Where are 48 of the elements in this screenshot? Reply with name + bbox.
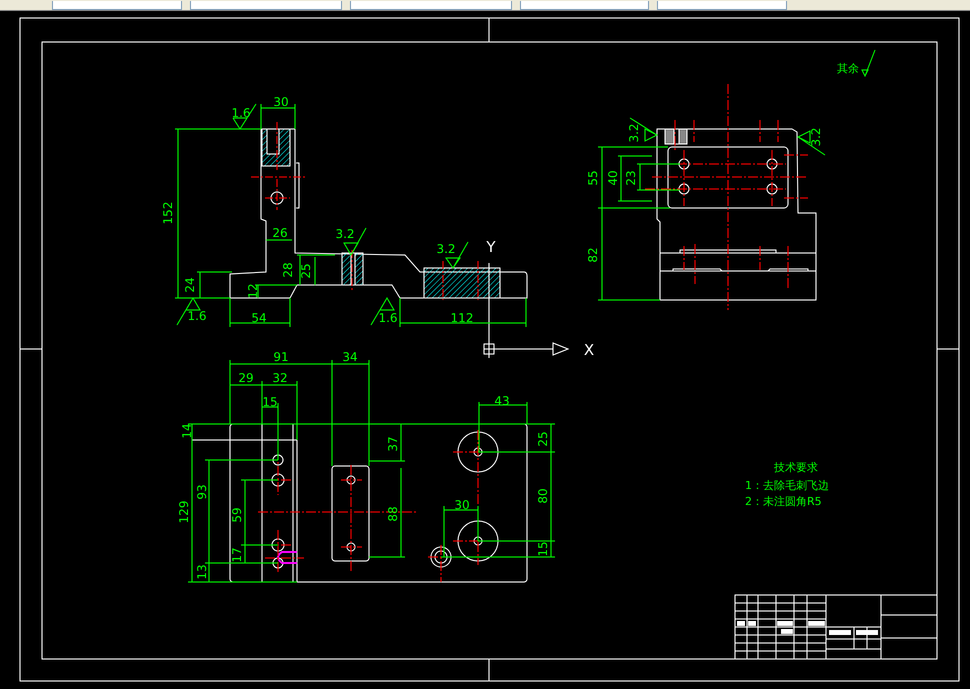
roughness-value: 1.6: [187, 309, 207, 323]
dimension-text: 14: [180, 423, 194, 439]
dimension-text: 30: [454, 498, 470, 512]
dimension-text: 23: [624, 170, 638, 186]
dimension-text: 129: [177, 500, 191, 524]
dimension-text: 25: [299, 263, 313, 279]
layer-dropdown[interactable]: [52, 1, 182, 10]
dimension-text: 59: [230, 507, 244, 523]
dimension-text: 17: [230, 547, 244, 563]
dimension-text: 12: [246, 283, 260, 299]
axis-label: Y: [486, 238, 496, 256]
dimension-text: 32: [272, 371, 288, 385]
dimension-text: 82: [586, 247, 600, 263]
dimension-text: 30: [273, 95, 289, 109]
dimension-text: 13: [195, 564, 209, 580]
dimension-text: 28: [281, 262, 295, 278]
roughness-value: 3.2: [335, 227, 355, 241]
dimension-text: 112: [450, 311, 474, 325]
dimension-text: 26: [272, 226, 288, 240]
dimension-text: 80: [536, 488, 550, 504]
axis-label: X: [584, 341, 594, 359]
dimension-text: 55: [586, 170, 600, 186]
roughness-value: 3.2: [627, 123, 641, 143]
roughness-value: 1.6: [231, 106, 251, 120]
dimension-text: 54: [251, 311, 267, 325]
dimension-text: 29: [238, 371, 254, 385]
dimension-text: 88: [386, 506, 400, 522]
dimension-text: 40: [606, 170, 620, 186]
dimension-text: 25: [536, 431, 550, 447]
roughness-value: 3.2: [809, 127, 823, 147]
roughness-value: 3.2: [436, 242, 456, 256]
dimension-text: 152: [161, 202, 175, 224]
roughness-value: 1.6: [378, 311, 398, 325]
dimension-text: 37: [386, 436, 400, 452]
lineweight-dropdown[interactable]: [520, 1, 649, 10]
linetype-dropdown[interactable]: [350, 1, 512, 10]
dimension-text: 15: [262, 395, 278, 409]
dimension-text: 93: [195, 484, 209, 500]
dimension-text: 24: [183, 277, 197, 293]
plot-style-dropdown[interactable]: [657, 1, 787, 10]
tech-requirements-title: 技术要求: [774, 461, 818, 474]
dimension-text: 15: [536, 541, 550, 557]
surface-note: 其余: [837, 62, 859, 75]
color-dropdown[interactable]: [190, 1, 342, 10]
dimension-text: 34: [342, 350, 358, 364]
tech-requirement-item: 1：去除毛刺飞边: [745, 479, 829, 492]
dimension-text: 91: [273, 350, 289, 364]
tech-requirement-item: 2：未注圆角R5: [745, 495, 822, 508]
